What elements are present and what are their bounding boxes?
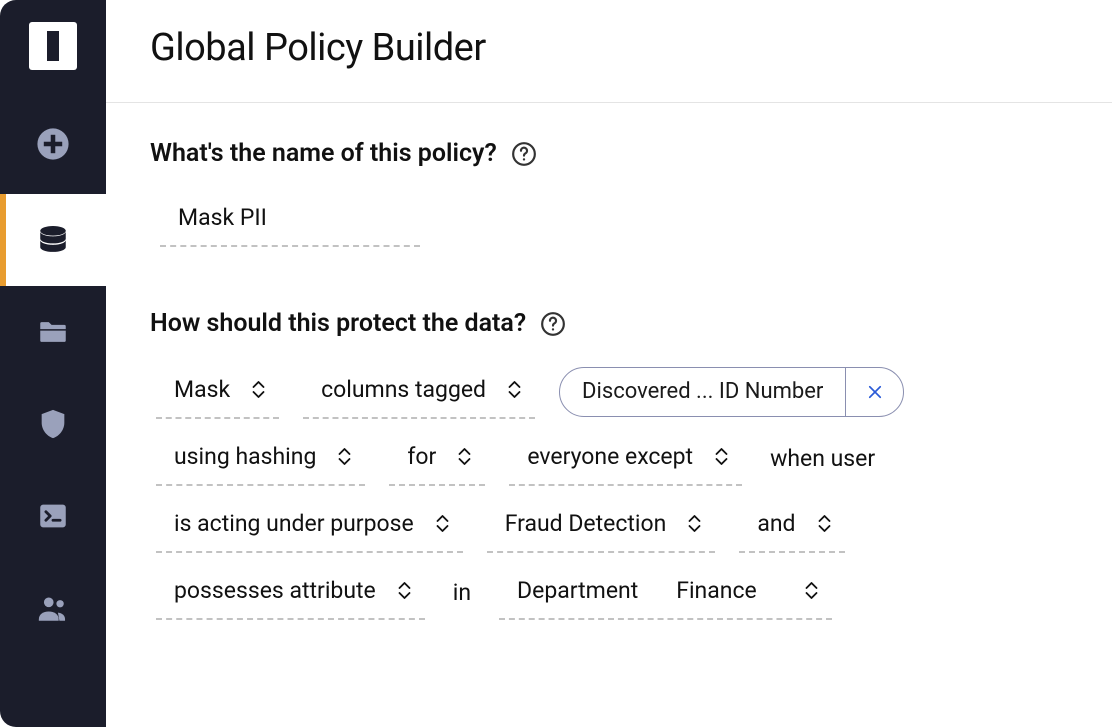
stepper-icon [432,514,463,533]
stepper-icon [684,514,715,533]
help-icon[interactable] [540,311,566,337]
header: Global Policy Builder [106,0,1112,103]
policy-name-value: Mask PII [160,204,420,231]
stepper-icon [801,581,832,600]
scope-select[interactable]: everyone except [509,431,742,486]
stepper-icon [334,447,365,466]
stepper-icon [711,447,742,466]
method-select[interactable]: using hashing [156,431,365,486]
stepper-icon [454,447,485,466]
attribute-clause-select[interactable]: possesses attribute [156,565,425,620]
action-label: Mask [156,376,248,403]
help-icon[interactable] [511,141,537,167]
when-user-text: when user [766,445,879,472]
attribute-key-label: Department [499,577,644,604]
sidebar-item-terminal[interactable] [0,470,106,562]
app-logo [29,22,77,70]
sidebar-item-users[interactable] [0,562,106,654]
terminal-icon [36,499,70,533]
action-select[interactable]: Mask [156,364,279,419]
main-panel: Global Policy Builder What's the name of… [106,0,1112,727]
database-icon [36,223,70,257]
stepper-icon [814,514,845,533]
for-label: for [389,443,454,470]
tag-chip-remove[interactable] [845,368,903,416]
conjunction-label: and [739,510,813,537]
scope-label: everyone except [509,443,711,470]
sidebar-item-database[interactable] [0,194,106,286]
page-title: Global Policy Builder [150,26,1068,70]
folder-icon [36,315,70,349]
purpose-value-label: Fraud Detection [487,510,685,537]
sidebar [0,0,106,727]
attribute-clause-label: possesses attribute [156,577,394,604]
tag-chip-label: Discovered ... ID Number [560,379,845,404]
users-icon [36,591,70,625]
stepper-icon [248,380,279,399]
for-select[interactable]: for [389,431,485,486]
conjunction-select[interactable]: and [739,498,844,553]
policy-builder: Mask columns tagged [156,364,1068,620]
purpose-value-select[interactable]: Fraud Detection [487,498,716,553]
plus-circle-icon [36,127,70,161]
target-select[interactable]: columns tagged [303,364,535,419]
policy-name-field[interactable]: Mask PII [160,194,420,247]
purpose-clause-select[interactable]: is acting under purpose [156,498,463,553]
content: What's the name of this policy? Mask PII… [106,103,1112,620]
shield-icon [36,407,70,441]
target-label: columns tagged [303,376,504,403]
attribute-value-select[interactable]: Department Finance [499,565,832,620]
purpose-clause-label: is acting under purpose [156,510,432,537]
tag-chip[interactable]: Discovered ... ID Number [559,367,904,417]
sidebar-item-folder[interactable] [0,286,106,378]
attribute-value-label: Finance [670,577,774,604]
sidebar-item-shield[interactable] [0,378,106,470]
method-label: using hashing [156,443,334,470]
sidebar-item-add[interactable] [0,94,106,194]
stepper-icon [504,380,535,399]
stepper-icon [394,581,425,600]
in-text: in [449,579,475,606]
section-title-name: What's the name of this policy? [150,139,497,168]
section-title-protect: How should this protect the data? [150,309,526,338]
